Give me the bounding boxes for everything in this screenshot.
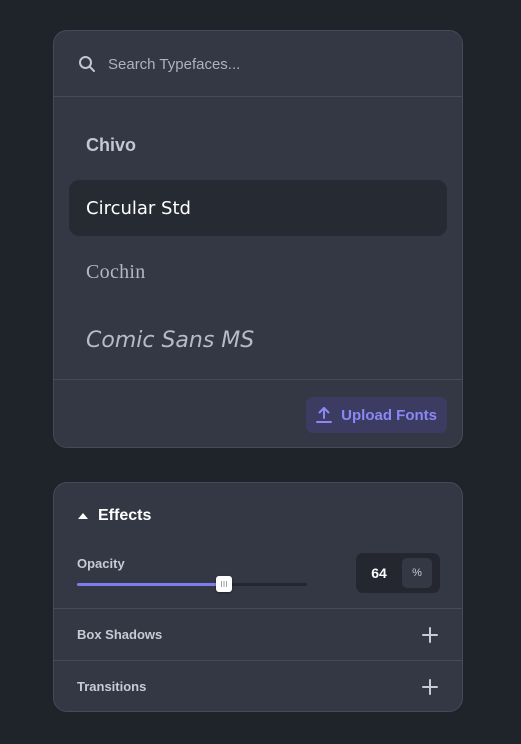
opacity-unit[interactable]: % xyxy=(402,558,432,588)
opacity-value-input[interactable] xyxy=(356,565,402,581)
search-bar xyxy=(54,31,462,97)
grip-icon xyxy=(221,581,228,587)
opacity-value-box: % xyxy=(356,553,440,593)
effects-title: Effects xyxy=(98,507,152,524)
popover-footer: Upload Fonts xyxy=(54,379,462,447)
font-option-chivo[interactable]: Chivo xyxy=(69,117,447,173)
search-icon xyxy=(79,56,95,72)
effects-panel: Effects Opacity % Box Shadows Transition… xyxy=(53,482,463,712)
font-option-circular-std[interactable]: Circular Std xyxy=(69,180,447,236)
popover-body: Chivo Circular Std Cochin Comic Sans MS … xyxy=(54,31,462,447)
typeface-picker-popover: Chivo Circular Std Cochin Comic Sans MS … xyxy=(53,30,463,448)
effects-section-toggle[interactable]: Effects xyxy=(78,507,151,525)
opacity-slider[interactable] xyxy=(77,576,307,592)
upload-icon xyxy=(316,407,333,423)
opacity-label: Opacity xyxy=(77,556,125,571)
font-option-label: Chivo xyxy=(86,134,137,155)
opacity-slider-fill xyxy=(77,583,225,586)
plus-icon[interactable] xyxy=(422,627,438,643)
font-option-label: Circular Std xyxy=(86,197,191,219)
font-option-comic-sans-ms[interactable]: Comic Sans MS xyxy=(69,312,447,368)
font-option-label: Comic Sans MS xyxy=(86,327,255,353)
box-shadows-row[interactable]: Box Shadows xyxy=(54,608,462,660)
font-option-label: Cochin xyxy=(86,260,146,283)
plus-icon[interactable] xyxy=(422,679,438,695)
box-shadows-label: Box Shadows xyxy=(77,627,163,642)
upload-fonts-button[interactable]: Upload Fonts xyxy=(306,397,447,433)
opacity-slider-thumb[interactable] xyxy=(216,576,233,592)
search-input[interactable] xyxy=(108,51,428,77)
upload-fonts-label: Upload Fonts xyxy=(341,406,437,424)
transitions-label: Transitions xyxy=(77,679,147,694)
caret-up-icon xyxy=(78,513,88,519)
font-option-cochin[interactable]: Cochin xyxy=(69,244,447,300)
transitions-row[interactable]: Transitions xyxy=(54,660,462,712)
